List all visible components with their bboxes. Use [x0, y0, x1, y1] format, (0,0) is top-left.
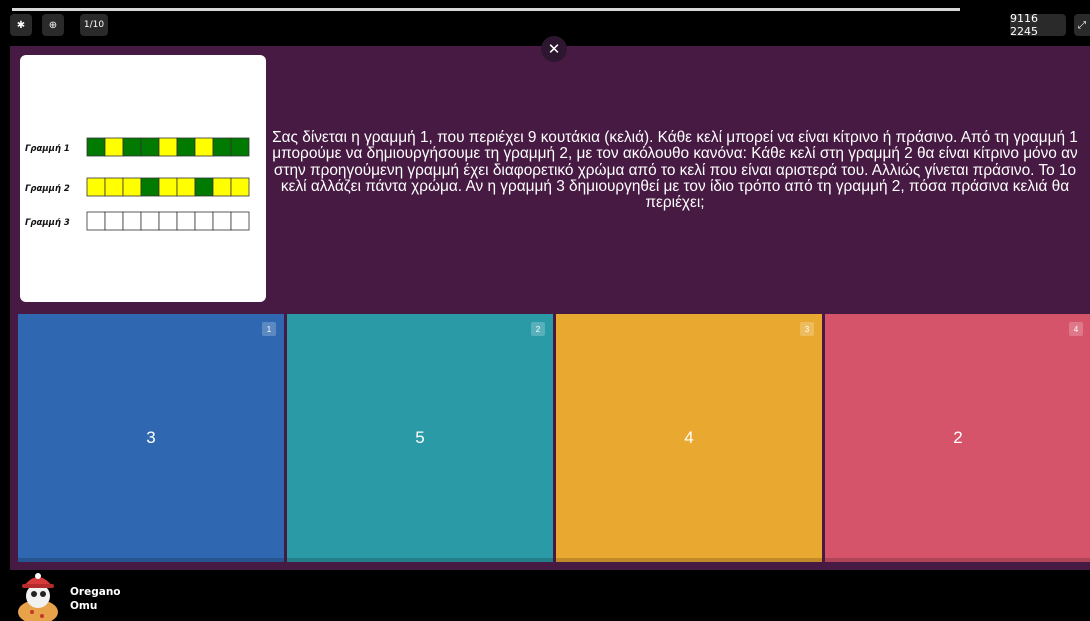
option-number: 3	[800, 322, 814, 336]
game-code: 9116 2245	[1010, 12, 1066, 38]
grid-cell	[86, 137, 106, 157]
option-value: 3	[146, 428, 156, 447]
player-avatar	[18, 573, 58, 621]
option-number: 2	[531, 322, 545, 336]
settings-button[interactable]: ✱	[10, 14, 32, 36]
answer-option-1[interactable]: 1 3	[18, 314, 284, 562]
grid-cell	[158, 211, 178, 231]
fullscreen-button[interactable]: ⤢	[1074, 14, 1090, 36]
grid-cell	[212, 177, 232, 197]
grid-cell	[212, 211, 232, 231]
grid-cell	[122, 211, 142, 231]
grid-cell	[230, 137, 250, 157]
player-first-name: Oregano	[70, 586, 121, 598]
grid-cell	[158, 177, 178, 197]
grid-cell	[158, 137, 178, 157]
player-name: Oregano Omu	[70, 585, 121, 613]
zoom-button[interactable]: ⊕	[42, 14, 64, 36]
grid-cell	[230, 177, 250, 197]
close-icon: ✕	[547, 40, 561, 58]
fullscreen-icon: ⤢	[1078, 19, 1086, 31]
grid-cell	[176, 211, 196, 231]
row-label: Γραμμή 3	[25, 218, 70, 228]
grid-cell	[140, 137, 160, 157]
question-counter: 1/10	[80, 14, 108, 36]
timer-progress-fill	[12, 8, 837, 11]
grid-cell	[86, 177, 106, 197]
option-number: 4	[1069, 322, 1083, 336]
grid-cell	[176, 137, 196, 157]
gear-icon: ✱	[16, 19, 26, 31]
player-last-name: Omu	[70, 600, 98, 612]
answer-option-2[interactable]: 2 5	[287, 314, 553, 562]
option-value: 2	[953, 428, 963, 447]
row-label: Γραμμή 1	[25, 144, 70, 154]
question-figure: Γραμμή 1 Γραμμή 2 Γραμμή 3	[20, 55, 266, 302]
answer-option-4[interactable]: 4 2	[825, 314, 1090, 562]
grid-cell	[194, 137, 214, 157]
zoom-in-icon: ⊕	[48, 19, 58, 31]
row-label: Γραμμή 2	[25, 184, 70, 194]
grid-cell	[122, 177, 142, 197]
answer-option-3[interactable]: 3 4	[556, 314, 822, 562]
grid-cell	[122, 137, 142, 157]
grid-figure: Γραμμή 1 Γραμμή 2 Γραμμή 3	[25, 137, 250, 231]
question-text: Σας δίνεται η γραμμή 1, που περιέχει 9 κ…	[272, 129, 1078, 212]
grid-cell	[140, 211, 160, 231]
timer-progress-bar	[12, 8, 960, 11]
grid-cell	[86, 211, 106, 231]
close-button[interactable]: ✕	[541, 36, 567, 62]
grid-cell	[176, 177, 196, 197]
grid-cell	[104, 211, 124, 231]
grid-cell	[212, 137, 232, 157]
grid-cell	[194, 211, 214, 231]
option-value: 4	[684, 428, 694, 447]
grid-cell	[104, 137, 124, 157]
grid-cell	[230, 211, 250, 231]
grid-cell	[104, 177, 124, 197]
option-value: 5	[415, 428, 425, 447]
grid-cell	[194, 177, 214, 197]
grid-cell	[140, 177, 160, 197]
option-number: 1	[262, 322, 276, 336]
